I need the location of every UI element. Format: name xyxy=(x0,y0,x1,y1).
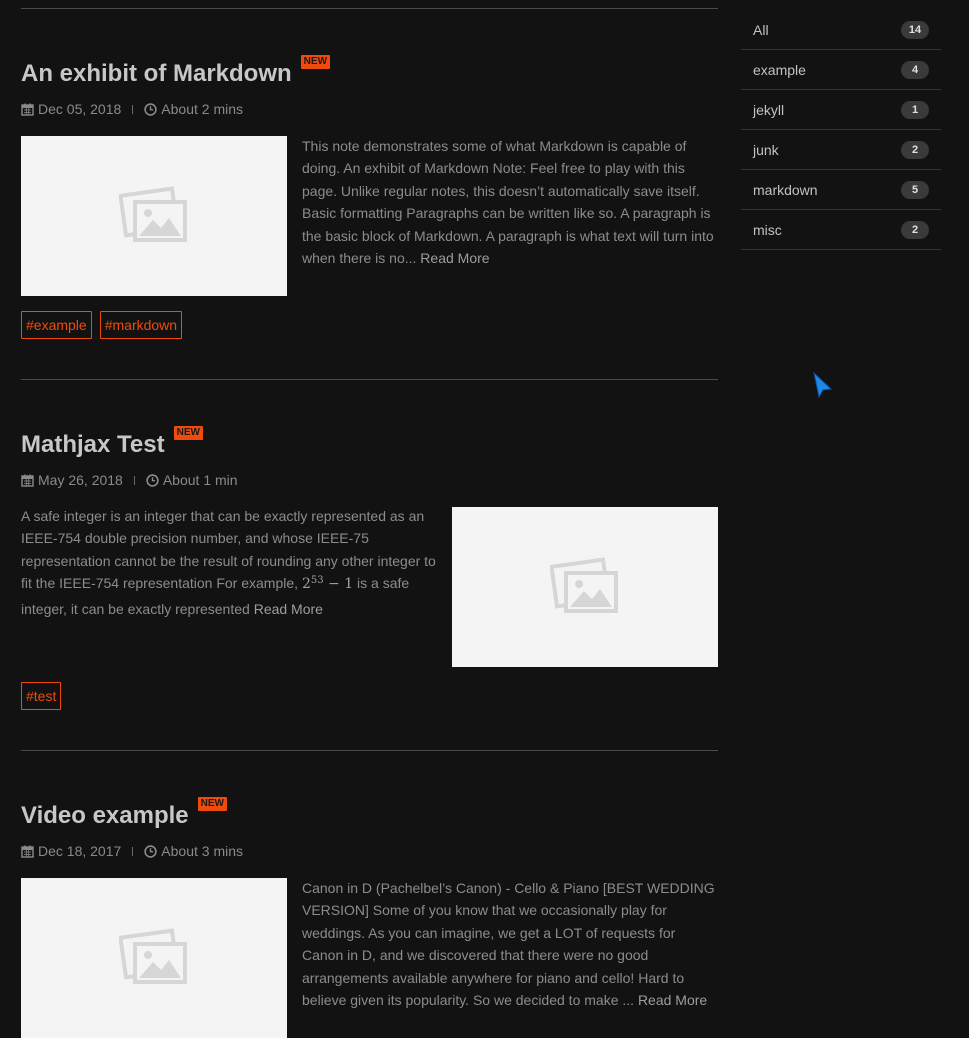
category-count-badge: 4 xyxy=(901,60,929,79)
new-badge: NEW xyxy=(300,55,331,69)
category-label: example xyxy=(753,61,806,78)
category-label: markdown xyxy=(753,181,818,198)
excerpt-text: Canon in D (Pachelbel’s Canon) - Cello &… xyxy=(302,880,715,1009)
new-badge: NEW xyxy=(197,797,227,811)
category-label: jekyll xyxy=(753,101,785,118)
post-read-time: About 1 min xyxy=(162,472,238,488)
excerpt-text: This note demonstrates some of what Mark… xyxy=(302,138,714,267)
read-more-link[interactable]: Read More xyxy=(254,601,323,617)
meta-separator xyxy=(133,475,135,485)
post-read-time: About 2 mins xyxy=(161,101,244,117)
post-meta: Dec 05, 2018 About 2 mins xyxy=(21,100,718,118)
clock-icon xyxy=(146,473,159,487)
category-misc[interactable]: misc 2 xyxy=(741,210,941,250)
image-placeholder-icon xyxy=(119,186,187,242)
post-thumbnail[interactable] xyxy=(21,136,287,296)
tag-test[interactable]: #test xyxy=(21,682,62,710)
category-count-badge: 1 xyxy=(901,100,929,119)
read-more-link[interactable]: Read More xyxy=(638,992,707,1008)
post-divider xyxy=(21,750,718,751)
read-more-link[interactable]: Read More xyxy=(420,250,489,266)
post-excerpt: A safe integer is an integer that can be… xyxy=(21,505,441,620)
post-title-link[interactable]: Video example xyxy=(21,802,189,830)
category-sidebar: All 14 example 4 jekyll 1 junk 2 markdow… xyxy=(741,10,941,250)
category-count-badge: 2 xyxy=(901,220,929,239)
post-meta: May 26, 2018 About 1 min xyxy=(21,471,718,489)
category-count-badge: 14 xyxy=(901,20,929,39)
post-body: This note demonstrates some of what Mark… xyxy=(21,136,718,296)
calendar-icon xyxy=(21,103,34,116)
post-card: Mathjax Test NEW May 26, 2018 About 1 mi… xyxy=(21,426,718,710)
meta-separator xyxy=(132,846,134,856)
post-excerpt: Canon in D (Pachelbel’s Canon) - Cello &… xyxy=(302,877,718,1011)
clock-icon xyxy=(144,844,157,858)
tag-markdown[interactable]: #markdown xyxy=(99,311,183,339)
post-card: An exhibit of Markdown NEW Dec 05, 2018 … xyxy=(21,55,718,339)
image-placeholder-icon xyxy=(550,557,618,613)
category-label: junk xyxy=(753,141,779,158)
post-title: Mathjax Test NEW xyxy=(21,426,718,459)
category-example[interactable]: example 4 xyxy=(741,50,941,90)
calendar-icon xyxy=(21,845,34,858)
category-count-badge: 2 xyxy=(901,140,929,159)
post-thumbnail[interactable] xyxy=(452,507,718,667)
tag-example[interactable]: #example xyxy=(21,311,92,339)
math-expression: 253 − 1 xyxy=(301,575,354,593)
category-markdown[interactable]: markdown 5 xyxy=(741,170,941,210)
mouse-pointer-icon xyxy=(813,372,833,399)
post-read-time: About 3 mins xyxy=(161,843,244,859)
post-title: An exhibit of Markdown NEW xyxy=(21,55,718,88)
post-tags: #example #markdown xyxy=(21,311,718,339)
meta-separator xyxy=(132,104,134,114)
new-badge: NEW xyxy=(173,426,203,440)
category-label: misc xyxy=(753,221,782,238)
category-jekyll[interactable]: jekyll 1 xyxy=(741,90,941,130)
category-label: All xyxy=(753,21,769,38)
clock-icon xyxy=(144,102,157,116)
top-divider xyxy=(21,8,718,9)
category-junk[interactable]: junk 2 xyxy=(741,130,941,170)
post-card: Video example NEW Dec 18, 2017 About 3 m… xyxy=(21,797,718,1038)
post-tags: #test xyxy=(21,682,718,710)
image-placeholder-icon xyxy=(119,928,187,984)
post-meta: Dec 18, 2017 About 3 mins xyxy=(21,842,718,860)
post-excerpt: This note demonstrates some of what Mark… xyxy=(302,135,718,269)
post-divider xyxy=(21,379,718,380)
post-title-link[interactable]: An exhibit of Markdown xyxy=(21,60,292,88)
post-date: Dec 05, 2018 xyxy=(38,101,122,117)
post-date: Dec 18, 2017 xyxy=(38,843,122,859)
category-all[interactable]: All 14 xyxy=(741,10,941,50)
post-body: Canon in D (Pachelbel’s Canon) - Cello &… xyxy=(21,878,718,1038)
post-title: Video example NEW xyxy=(21,797,718,830)
post-body: A safe integer is an integer that can be… xyxy=(21,507,718,667)
post-thumbnail[interactable] xyxy=(21,878,287,1038)
post-date: May 26, 2018 xyxy=(38,472,123,488)
calendar-icon xyxy=(21,474,34,487)
post-title-link[interactable]: Mathjax Test xyxy=(21,431,165,459)
category-count-badge: 5 xyxy=(901,180,929,199)
